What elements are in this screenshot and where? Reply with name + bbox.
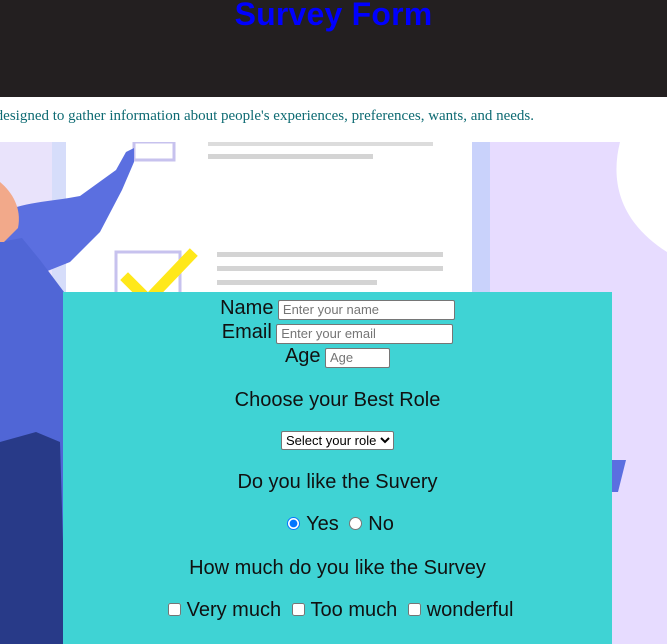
like-question: Do you like the Suvery xyxy=(237,471,438,493)
name-input[interactable] xyxy=(277,299,455,320)
age-row: Age xyxy=(63,345,612,368)
yes-radio[interactable] xyxy=(287,517,301,530)
age-input[interactable] xyxy=(325,347,391,368)
email-input[interactable] xyxy=(276,323,454,344)
yes-label: Yes xyxy=(306,513,339,535)
name-row: Name xyxy=(63,297,612,320)
no-radio[interactable] xyxy=(349,517,363,530)
how-much-options: Very much Too much wonderful xyxy=(63,599,612,622)
how-much-question: How much do you like the Survey xyxy=(189,557,486,579)
email-row: Email xyxy=(63,321,612,344)
like-options: Yes No xyxy=(63,513,612,536)
age-label: Age xyxy=(284,345,321,367)
role-select[interactable]: Select your role xyxy=(281,431,394,450)
page-header: Survey Form xyxy=(0,0,667,97)
role-question: Choose your Best Role xyxy=(234,389,441,411)
too-much-checkbox[interactable] xyxy=(291,603,305,616)
very-much-label: Very much xyxy=(186,599,282,621)
survey-form: Name Email Age Choose your Best Role Sel… xyxy=(63,292,612,644)
email-label: Email xyxy=(221,321,272,343)
too-much-label: Too much xyxy=(310,599,398,621)
survey-description: Survey Form is designed to gather inform… xyxy=(0,108,534,124)
description-container: Survey Form is designed to gather inform… xyxy=(0,108,667,128)
page-title: Survey Form xyxy=(234,0,433,32)
no-label: No xyxy=(368,513,394,535)
wonderful-label: wonderful xyxy=(426,599,514,621)
role-row: Select your role xyxy=(63,431,612,450)
name-label: Name xyxy=(220,297,274,319)
wonderful-checkbox[interactable] xyxy=(407,603,421,616)
very-much-checkbox[interactable] xyxy=(167,603,181,616)
